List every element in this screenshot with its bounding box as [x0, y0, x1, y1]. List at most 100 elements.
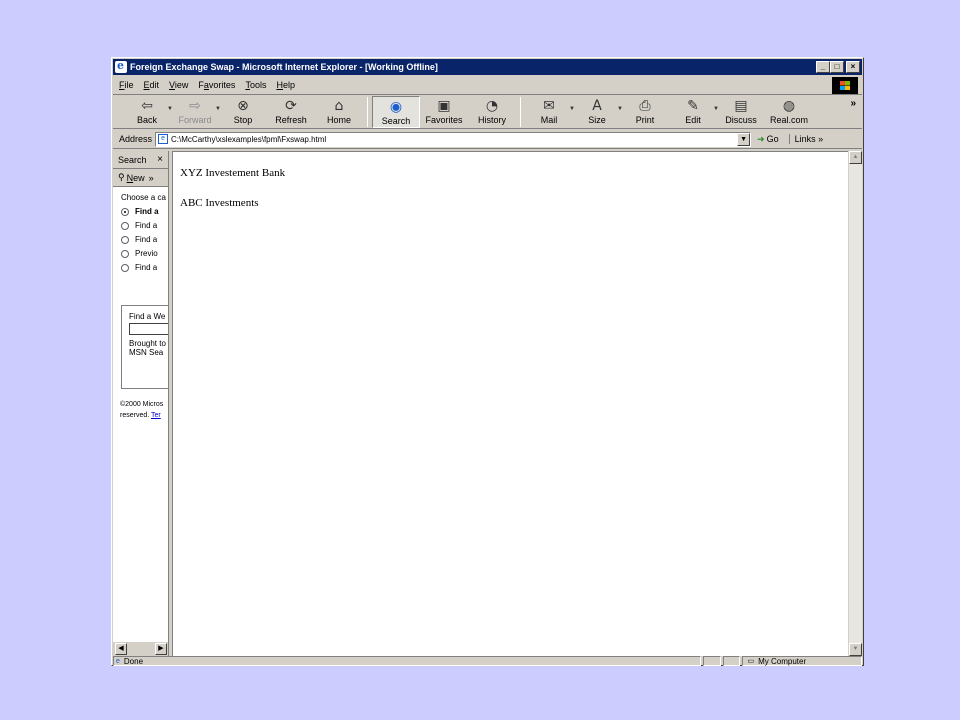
status-text: Done [123, 656, 144, 666]
discuss-button[interactable]: ▤ Discuss [717, 96, 765, 128]
ie-logo-icon[interactable] [115, 58, 127, 74]
content-vscrollbar[interactable]: ▲ ▼ [848, 151, 862, 656]
realcom-button[interactable]: ◍ Real.com [765, 96, 813, 128]
discuss-label: Discuss [725, 115, 757, 125]
security-zone: ▭ My Computer [742, 656, 862, 666]
toolbar-separator [367, 97, 368, 127]
forward-button[interactable]: ⇨ Forward ▼ [171, 96, 221, 128]
go-button[interactable]: ➜ Go [757, 134, 779, 145]
radio-selected-icon[interactable] [121, 207, 129, 216]
scroll-left-icon[interactable]: ◀ [115, 643, 127, 655]
stop-button[interactable]: ⊗ Stop [219, 96, 267, 128]
menu-edit[interactable]: Edit [144, 80, 160, 90]
links-button[interactable]: Links » [788, 134, 824, 144]
menu-favorites-label: vorites [208, 80, 236, 90]
refresh-icon: ⟳ [285, 98, 297, 114]
menu-tools[interactable]: Tools [245, 80, 266, 90]
terms-link[interactable]: Ter [151, 412, 161, 419]
size-button[interactable]: A Size ▼ [573, 96, 623, 128]
page-content: XYZ Investement Bank ABC Investments [172, 151, 848, 656]
scroll-right-icon[interactable]: ▶ [155, 643, 167, 655]
status-bar: e Done ▭ My Computer [113, 656, 862, 666]
search-pane-toolbar: ⚲ New » [113, 169, 168, 187]
search-option-2[interactable]: Find a [121, 221, 168, 230]
arrow-left-icon: ⇦ [141, 98, 153, 114]
address-input[interactable]: e C:\McCarthy\xslexamples\fpml\Fxswap.ht… [155, 131, 752, 147]
menu-view-label: iew [174, 80, 189, 90]
stop-label: Stop [233, 115, 253, 125]
favorites-label: Favorites [425, 115, 463, 125]
search-pane: Search × ⚲ New » Choose a ca Find a Find… [113, 151, 169, 656]
scroll-up-icon[interactable]: ▲ [849, 151, 862, 164]
favorites-button[interactable]: ▣ Favorites [420, 96, 468, 128]
title-bar[interactable]: Foreign Exchange Swap - Microsoft Intern… [113, 58, 862, 75]
radio-icon[interactable] [121, 249, 129, 258]
back-button[interactable]: ⇦ Back ▼ [123, 96, 173, 128]
print-label: Print [635, 115, 655, 125]
scroll-down-icon[interactable]: ▼ [849, 643, 862, 656]
find-web-page-box: Find a We Brought to MSN Sea [121, 305, 168, 389]
radio-icon[interactable] [121, 235, 129, 244]
search-button[interactable]: ◉ Search [372, 96, 420, 128]
menu-favorites[interactable]: Favorites [198, 80, 235, 90]
window-controls: _ □ × [816, 61, 860, 73]
close-icon[interactable]: × [157, 154, 163, 165]
favorites-folder-icon: ▣ [437, 98, 451, 114]
brought-by-line-1: Brought to [129, 339, 166, 348]
party-two-text: ABC Investments [180, 197, 259, 209]
address-label: Address [119, 134, 153, 144]
radio-icon[interactable] [121, 263, 129, 272]
go-label: Go [766, 134, 779, 144]
menu-view[interactable]: View [169, 80, 188, 90]
search-option-4[interactable]: Previo [121, 249, 168, 258]
history-button[interactable]: ◔ History [468, 96, 516, 128]
home-button[interactable]: ⌂ Home [315, 96, 363, 128]
size-label: Size [588, 115, 606, 125]
brought-by-line-2: MSN Sea [129, 348, 164, 357]
new-label: ew [133, 172, 145, 183]
mail-label: Mail [540, 115, 558, 125]
edit-button[interactable]: ✎ Edit ▼ [669, 96, 719, 128]
copyright-reserved: reserved. [120, 412, 150, 419]
address-bar: Address e C:\McCarthy\xslexamples\fpml\F… [113, 130, 862, 149]
copyright-line-2: reserved. Ter [120, 410, 163, 421]
search-pane-hscrollbar[interactable]: ◀ ▶ [113, 642, 168, 656]
search-option-1[interactable]: Find a [121, 207, 168, 216]
toolbar-separator [520, 97, 521, 127]
search-option-3[interactable]: Find a [121, 235, 168, 244]
forward-label: Forward [178, 115, 212, 125]
search-option-5[interactable]: Find a [121, 263, 168, 272]
back-label: Back [136, 115, 157, 125]
status-pane [702, 656, 721, 666]
realplayer-icon: ◍ [782, 98, 796, 114]
search-pane-title: Search [118, 154, 147, 165]
refresh-button[interactable]: ⟳ Refresh [267, 96, 315, 128]
realcom-label: Real.com [769, 115, 808, 125]
search-option-label: Find a [135, 235, 158, 244]
links-chevron-icon: » [818, 134, 824, 144]
address-value: C:\McCarthy\xslexamples\fpml\Fxswap.html [171, 134, 327, 144]
search-option-label: Find a [135, 263, 158, 272]
history-icon: ◔ [485, 98, 499, 114]
search-label: Search [381, 116, 411, 126]
toolbar-overflow-chevron-icon[interactable]: » [850, 98, 856, 109]
radio-icon[interactable] [121, 221, 129, 230]
menu-tools-label: ools [249, 80, 267, 90]
page-done-icon: e [116, 657, 120, 665]
menu-file[interactable]: File [119, 80, 134, 90]
search-pane-chevron-icon[interactable]: » [149, 173, 154, 183]
print-button[interactable]: ⎙ Print [621, 96, 669, 128]
address-dropdown-icon[interactable]: ▼ [737, 132, 751, 146]
new-search-button[interactable]: New [127, 173, 145, 183]
menu-help[interactable]: Help [276, 80, 295, 90]
history-label: History [477, 115, 506, 125]
search-input[interactable] [129, 323, 168, 335]
zone-label: My Computer [758, 656, 807, 666]
mail-button[interactable]: ✉ Mail ▼ [525, 96, 575, 128]
close-button[interactable]: × [846, 61, 860, 73]
search-pane-body: Choose a ca Find a Find a Find a Previo … [113, 187, 168, 272]
search-option-label: Find a [135, 207, 159, 216]
minimize-button[interactable]: _ [816, 61, 830, 73]
window-title: Foreign Exchange Swap - Microsoft Intern… [130, 62, 438, 72]
maximize-button[interactable]: □ [830, 61, 844, 73]
